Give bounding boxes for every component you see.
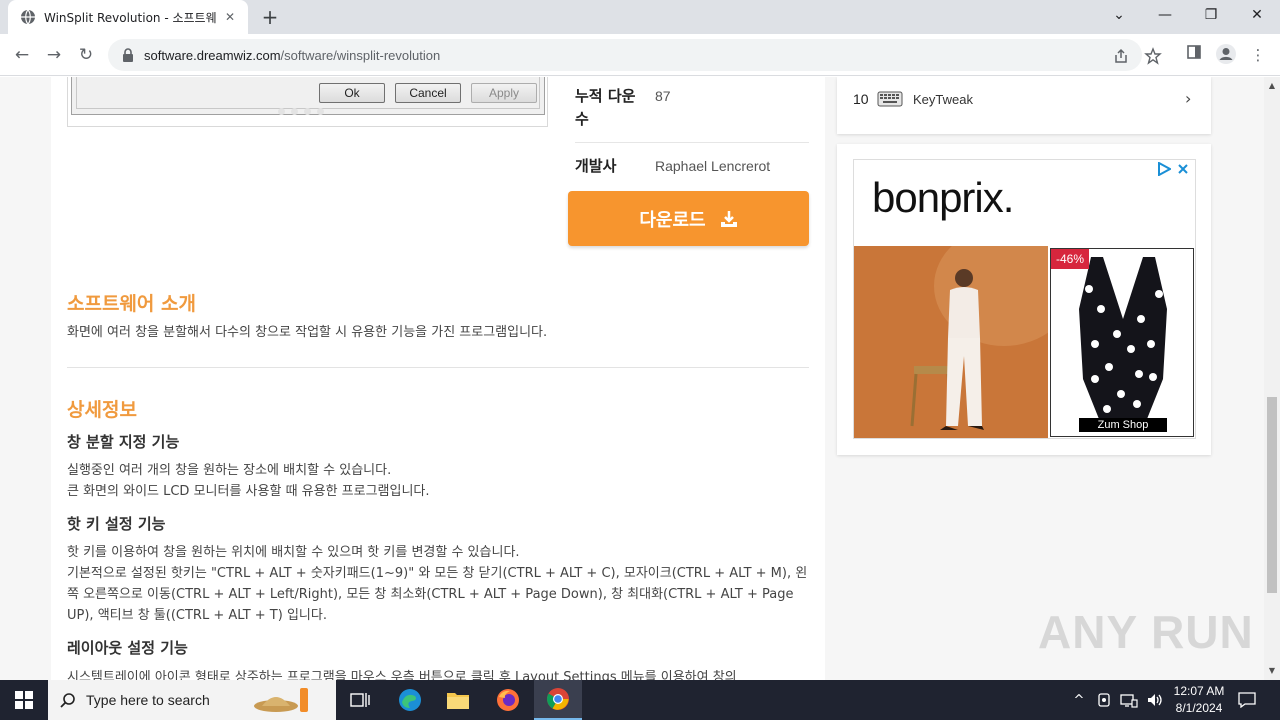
address-bar[interactable]: software.dreamwiz.com/software/winsplit-…	[108, 39, 1162, 71]
details-title: 상세정보	[67, 399, 137, 421]
intro-title: 소프트웨어 소개	[67, 293, 196, 315]
feature-text: 실행중인 여러 개의 창을 원하는 장소에 배치할 수 있습니다. 큰 화면의 …	[67, 463, 430, 499]
start-button[interactable]	[0, 680, 48, 720]
chrome-icon	[547, 688, 569, 710]
feature-title: 창 분할 지정 기능	[67, 433, 180, 451]
rank-number: 10	[853, 91, 869, 107]
browser-tab[interactable]: WinSplit Revolution - 소프트웨어 ✕	[8, 0, 248, 34]
task-view-icon	[350, 693, 370, 707]
globe-icon	[21, 9, 35, 25]
divider	[67, 367, 809, 368]
downloads-label: 누적 다운 수	[575, 87, 636, 128]
task-view-button[interactable]	[336, 680, 384, 720]
url-domain: software.dreamwiz.com	[144, 47, 281, 63]
carousel-dots[interactable]	[278, 108, 324, 115]
feature-title: 레이아웃 설정 기능	[67, 639, 188, 657]
intro-text: 화면에 여러 창을 분할해서 다수의 창으로 작업할 시 유용한 기능을 가진 …	[67, 325, 548, 340]
downloads-row: 누적 다운 수 87	[575, 83, 809, 143]
edge-icon	[399, 689, 421, 711]
downloads-value: 87	[655, 88, 671, 104]
dialog-body: Ok Cancel Apply	[76, 77, 540, 109]
bookmark-star-icon[interactable]	[1144, 47, 1162, 65]
tab-strip: WinSplit Revolution - 소프트웨어 ✕ + ⌄ — ❐ ✕	[0, 0, 1280, 34]
feature-text: 핫 키를 이용하여 창을 원하는 위치에 배치할 수 있으며 핫 키를 변경할 …	[67, 545, 808, 623]
scroll-down-icon[interactable]: ▼	[1267, 666, 1277, 675]
chrome-button[interactable]	[534, 680, 582, 720]
new-tab-button[interactable]: +	[258, 5, 282, 29]
chevron-right-icon[interactable]: ›	[1185, 89, 1191, 108]
search-icon	[60, 693, 75, 708]
side-panel-icon[interactable]	[1182, 43, 1206, 67]
advertisement[interactable]: bonprix. -46% Zum Shop	[853, 159, 1196, 439]
restore-button[interactable]: ❐	[1188, 0, 1234, 30]
edge-button[interactable]	[386, 680, 434, 720]
download-button[interactable]: 다운로드	[568, 191, 809, 246]
anyrun-watermark: ANY RUN	[1038, 606, 1254, 658]
chevron-up-icon[interactable]: ^	[1070, 693, 1088, 708]
browser-toolbar: ← → ↻ software.dreamwiz.com/software/win…	[0, 34, 1280, 76]
windows-taskbar: Type here to search ^ 12:07 AM 8/1/2024	[0, 680, 1280, 720]
url-path: /software/winsplit-revolution	[280, 47, 441, 63]
ad-brand: bonprix.	[872, 174, 1014, 221]
feature-title: 핫 키 설정 기능	[67, 515, 166, 533]
feature-text: 시스템트레이에 아이콘 형태로 상주하는 프로그램을 마우스 우측 버튼으로 클…	[67, 670, 737, 680]
close-window-button[interactable]: ✕	[1234, 0, 1280, 30]
ad-choices[interactable]	[1157, 162, 1189, 176]
device-icon[interactable]	[1096, 692, 1112, 708]
download-label: 다운로드	[639, 209, 706, 231]
ad-card: bonprix. -46% Zum Shop	[837, 144, 1211, 455]
page-scrollbar[interactable]: ▲ ▼	[1264, 77, 1280, 680]
network-icon[interactable]	[1120, 692, 1138, 708]
notifications-button[interactable]	[1224, 680, 1270, 720]
file-explorer-button[interactable]	[434, 680, 482, 720]
dialog-apply-button: Apply	[471, 83, 537, 103]
firefox-button[interactable]	[484, 680, 532, 720]
url-text: software.dreamwiz.com/software/winsplit-…	[144, 48, 440, 63]
forward-button[interactable]: →	[42, 43, 66, 67]
notification-icon	[1238, 692, 1256, 708]
minimize-button[interactable]: —	[1142, 0, 1188, 30]
lock-icon	[123, 48, 133, 62]
windows-icon	[15, 691, 33, 709]
system-tray: ^	[1070, 680, 1164, 720]
menu-kebab-icon[interactable]: ⋮	[1246, 43, 1270, 67]
search-highlight-icon	[253, 688, 308, 712]
ad-swimsuit-image: -46% Zum Shop	[1050, 248, 1194, 437]
shop-button[interactable]: Zum Shop	[1079, 418, 1167, 432]
developer-row: 개발사 Raphael Lencrerot	[575, 143, 809, 183]
taskbar-search[interactable]: Type here to search	[48, 680, 336, 720]
developer-value: Raphael Lencrerot	[655, 158, 771, 174]
ranking-list: 10 KeyTweak ›	[837, 77, 1211, 134]
tab-close-icon[interactable]: ✕	[222, 10, 238, 24]
share-icon[interactable]	[1112, 47, 1130, 65]
reload-button[interactable]: ↻	[74, 43, 98, 67]
scroll-thumb[interactable]	[1267, 397, 1277, 593]
tab-search-icon[interactable]: ⌄	[1096, 0, 1142, 30]
back-button[interactable]: ←	[10, 43, 34, 67]
developer-label: 개발사	[575, 157, 617, 175]
profile-icon[interactable]	[1214, 43, 1238, 67]
folder-icon	[447, 693, 469, 709]
rank-name: KeyTweak	[913, 92, 973, 107]
ad-close-icon[interactable]	[1177, 163, 1189, 175]
adchoices-icon[interactable]	[1157, 162, 1171, 176]
ad-model-image	[854, 246, 1048, 438]
dialog-cancel-button: Cancel	[395, 83, 461, 103]
scroll-up-icon[interactable]: ▲	[1267, 81, 1277, 90]
search-placeholder: Type here to search	[86, 692, 210, 708]
web-page: Ok Cancel Apply 누적 다운 수 87 개발사 Raphael Le…	[0, 77, 1264, 680]
dialog-ok-button: Ok	[319, 83, 385, 103]
keyboard-icon	[877, 91, 903, 107]
main-content: Ok Cancel Apply 누적 다운 수 87 개발사 Raphael Le…	[51, 77, 825, 680]
discount-badge: -46%	[1051, 249, 1090, 269]
firefox-icon	[497, 689, 519, 711]
software-screenshot: Ok Cancel Apply	[67, 77, 548, 127]
tab-title: WinSplit Revolution - 소프트웨어	[44, 10, 216, 25]
download-icon	[720, 210, 737, 227]
